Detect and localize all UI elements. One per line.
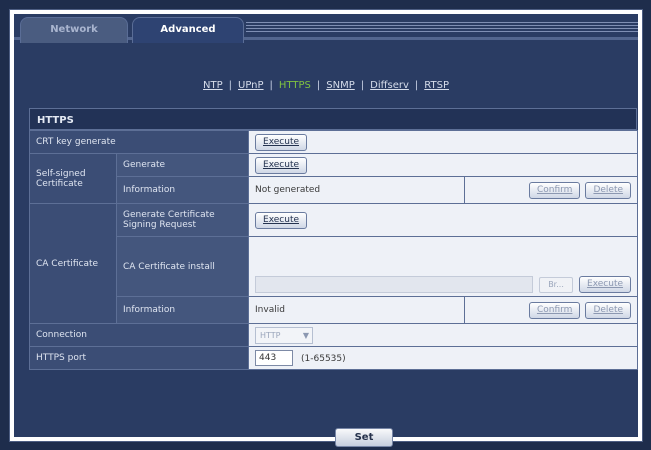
subnav-https[interactable]: HTTPS <box>279 80 311 91</box>
row-connection: Connection HTTP ▼ <box>28 323 639 347</box>
connection-select[interactable]: HTTP ▼ <box>255 326 314 344</box>
crt-key-generate-label: CRT key generate <box>28 130 250 154</box>
section-title: HTTPS <box>29 108 637 130</box>
subnav-separator: | <box>316 80 321 91</box>
row-ca-install: CA Certificate install Br... Execute <box>30 236 639 297</box>
csr-execute-button[interactable]: Execute <box>255 211 308 229</box>
subnav-rtsp[interactable]: RTSP <box>424 80 449 91</box>
browse-button[interactable]: Br... <box>539 276 574 293</box>
row-ca-csr: CA Certificate Generate Certificate Sign… <box>29 203 639 324</box>
row-crt-key-generate: CRT key generate Execute <box>28 130 639 154</box>
tab-bar-decoration <box>246 22 638 34</box>
https-settings: HTTPS CRT key generate Execute Self-sign… <box>28 108 639 370</box>
ca-install-label: CA Certificate install <box>115 236 250 297</box>
tab-network[interactable]: Network <box>20 17 128 43</box>
connection-selected-value: HTTP <box>260 330 281 340</box>
https-settings-table: CRT key generate Execute Self-signed Cer… <box>28 130 639 370</box>
subnav-separator: | <box>228 80 232 91</box>
subnav-upnp[interactable]: UPnP <box>238 80 264 91</box>
ca-certificate-label: CA Certificate <box>29 203 117 324</box>
ca-delete-button[interactable]: Delete <box>585 301 632 319</box>
chevron-down-icon: ▼ <box>302 330 310 340</box>
https-port-input[interactable]: 443 <box>255 350 294 366</box>
ca-install-execute-button[interactable]: Execute <box>579 276 632 293</box>
tab-bar: Network Advanced <box>14 14 638 43</box>
set-button[interactable]: Set <box>335 428 393 447</box>
ca-confirm-button[interactable]: Confirm <box>528 301 581 319</box>
row-self-signed-information: Information Not generated Confirm Delete <box>30 176 639 204</box>
https-port-label: HTTPS port <box>28 346 250 370</box>
self-signed-generate-execute-button[interactable]: Execute <box>255 156 308 174</box>
subnav-separator: | <box>269 80 273 91</box>
self-signed-confirm-button[interactable]: Confirm <box>528 181 581 199</box>
subnav-diffserv[interactable]: Diffserv <box>370 80 409 91</box>
self-signed-certificate-label: Self-signed Certificate <box>29 153 117 204</box>
https-port-range: (1-65535) <box>301 353 346 364</box>
self-signed-information-label: Information <box>115 176 250 204</box>
connection-label: Connection <box>28 323 250 347</box>
tab-advanced[interactable]: Advanced <box>132 17 244 43</box>
sub-navigation: NTP | UPnP | HTTPS | SNMP | Diffserv | RTSP <box>14 80 638 91</box>
subnav-snmp[interactable]: SNMP <box>326 80 355 91</box>
row-self-signed-generate: Self-signed Certificate Generate Execute <box>29 153 639 204</box>
self-signed-information-value: Not generated <box>248 176 466 204</box>
row-ca-information: Information Invalid Confirm Delete <box>30 296 639 324</box>
self-signed-generate-label: Generate <box>115 153 250 177</box>
settings-frame: Network Advanced NTP | UPnP | HTTPS | SNMP | Dif… <box>9 9 643 447</box>
csr-label: Generate Certificate Signing Request <box>115 203 250 237</box>
subnav-separator: | <box>414 80 419 91</box>
ca-certificate-file-input[interactable] <box>255 276 534 293</box>
ca-information-label: Information <box>115 296 250 324</box>
crt-key-generate-execute-button[interactable]: Execute <box>255 133 308 151</box>
ca-information-value: Invalid <box>248 296 466 324</box>
subnav-separator: | <box>360 80 365 91</box>
row-https-port: HTTPS port 443 (1-65535) <box>28 346 639 370</box>
subnav-ntp[interactable]: NTP <box>203 80 223 91</box>
self-signed-delete-button[interactable]: Delete <box>585 181 632 199</box>
